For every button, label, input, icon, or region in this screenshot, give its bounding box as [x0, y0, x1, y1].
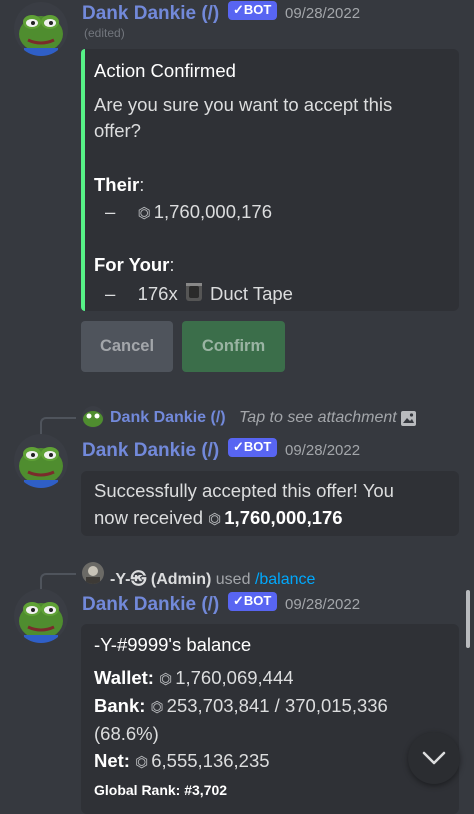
- author-name[interactable]: Dank Dankie (/): [82, 440, 219, 462]
- duct-tape-icon: [183, 281, 205, 308]
- your-item: Duct Tape: [209, 283, 293, 304]
- timestamp: 09/28/2022: [285, 442, 361, 459]
- bank-row: Bank: ⏣ 253,703,841 / 370,015,336: [94, 695, 388, 717]
- your-qty: 176x: [137, 283, 178, 304]
- reply-avatar: [82, 406, 104, 428]
- wallet-row: Wallet: ⏣ 1,760,069,444: [94, 667, 294, 689]
- bullet-dash: –: [105, 201, 116, 222]
- net-row: Net: ⏣ 6,555,136,235: [94, 750, 270, 772]
- success-value: 1,760,000,176: [224, 507, 343, 528]
- coin-icon: ⏣: [135, 754, 149, 771]
- command-name[interactable]: /balance: [255, 571, 316, 588]
- success-line2: now received ⏣ 1,760,000,176: [94, 507, 343, 529]
- net-label: Net:: [94, 750, 130, 771]
- their-row: – ⏣ 1,760,000,176: [105, 201, 272, 223]
- command-user[interactable]: -Y-㉿ (Admin): [110, 571, 211, 588]
- confirm-button[interactable]: Confirm: [182, 321, 285, 372]
- their-label: Their: [94, 174, 140, 195]
- reply-author[interactable]: Dank Dankie (/): [110, 409, 226, 427]
- global-rank: Global Rank: #3,702: [94, 782, 228, 798]
- bank-label: Bank:: [94, 695, 146, 716]
- their-value: 1,760,000,176: [153, 201, 272, 222]
- bullet-dash: –: [105, 283, 116, 304]
- avatar[interactable]: [14, 434, 68, 488]
- coin-icon: ⏣: [150, 699, 164, 716]
- success-line1: Successfully accepted this offer! You: [94, 480, 394, 501]
- embed-question-line1: Are you sure you want to accept this: [94, 94, 393, 115]
- pepe-avatar-icon: [19, 602, 63, 643]
- embed-accent-bar: [81, 49, 85, 311]
- coin-icon: ⏣: [159, 671, 173, 688]
- bank-percent: (68.6%): [94, 723, 159, 744]
- avatar[interactable]: [14, 589, 68, 643]
- wallet-label: Wallet:: [94, 667, 154, 688]
- embed-question-line2: offer?: [94, 120, 141, 141]
- edited-label: (edited): [84, 26, 125, 40]
- balance-title: -Y-#9999's balance: [94, 634, 252, 655]
- your-heading: For Your:: [94, 254, 175, 276]
- embed-title: Action Confirmed: [94, 60, 236, 81]
- your-label: For Your: [94, 254, 170, 275]
- jump-to-bottom-button[interactable]: [408, 732, 460, 784]
- avatar[interactable]: [14, 2, 68, 56]
- success-embed: Successfully accepted this offer! You no…: [81, 471, 459, 536]
- coin-icon: ⏣: [137, 205, 151, 222]
- timestamp: 09/28/2022: [285, 596, 361, 613]
- reply-command-line: -Y-㉿ (Admin) used /balance: [110, 565, 315, 589]
- bank-value: 253,703,841 / 370,015,336: [166, 695, 388, 716]
- coin-icon: ⏣: [208, 511, 222, 528]
- your-colon: :: [169, 254, 175, 275]
- net-value: 6,555,136,235: [151, 750, 270, 771]
- success-prefix: now received: [94, 507, 204, 528]
- timestamp: 09/28/2022: [285, 5, 361, 22]
- author-name[interactable]: Dank Dankie (/): [82, 594, 219, 616]
- cancel-button[interactable]: Cancel: [81, 321, 173, 372]
- command-used: used: [215, 571, 251, 588]
- bot-badge: ✓BOT: [228, 1, 278, 20]
- reply-preview[interactable]: Tap to see attachment: [239, 409, 397, 427]
- pepe-avatar-icon: [19, 447, 63, 488]
- confirm-embed: Action Confirmed Are you sure you want t…: [81, 49, 459, 311]
- your-row: – 176x Duct Tape: [105, 281, 293, 308]
- scrollbar[interactable]: [466, 590, 470, 648]
- image-icon: [400, 410, 417, 432]
- balance-embed: -Y-#9999's balance Wallet: ⏣ 1,760,069,44…: [81, 624, 459, 814]
- bot-badge: ✓BOT: [228, 592, 278, 611]
- reply-avatar: [82, 562, 104, 584]
- pepe-avatar-icon: [19, 15, 63, 56]
- bot-badge: ✓BOT: [228, 438, 278, 457]
- their-heading: Their:: [94, 174, 144, 196]
- chevron-down-icon: [422, 751, 446, 765]
- author-name[interactable]: Dank Dankie (/): [82, 3, 219, 25]
- their-colon: :: [139, 174, 145, 195]
- wallet-value: 1,760,069,444: [175, 667, 294, 688]
